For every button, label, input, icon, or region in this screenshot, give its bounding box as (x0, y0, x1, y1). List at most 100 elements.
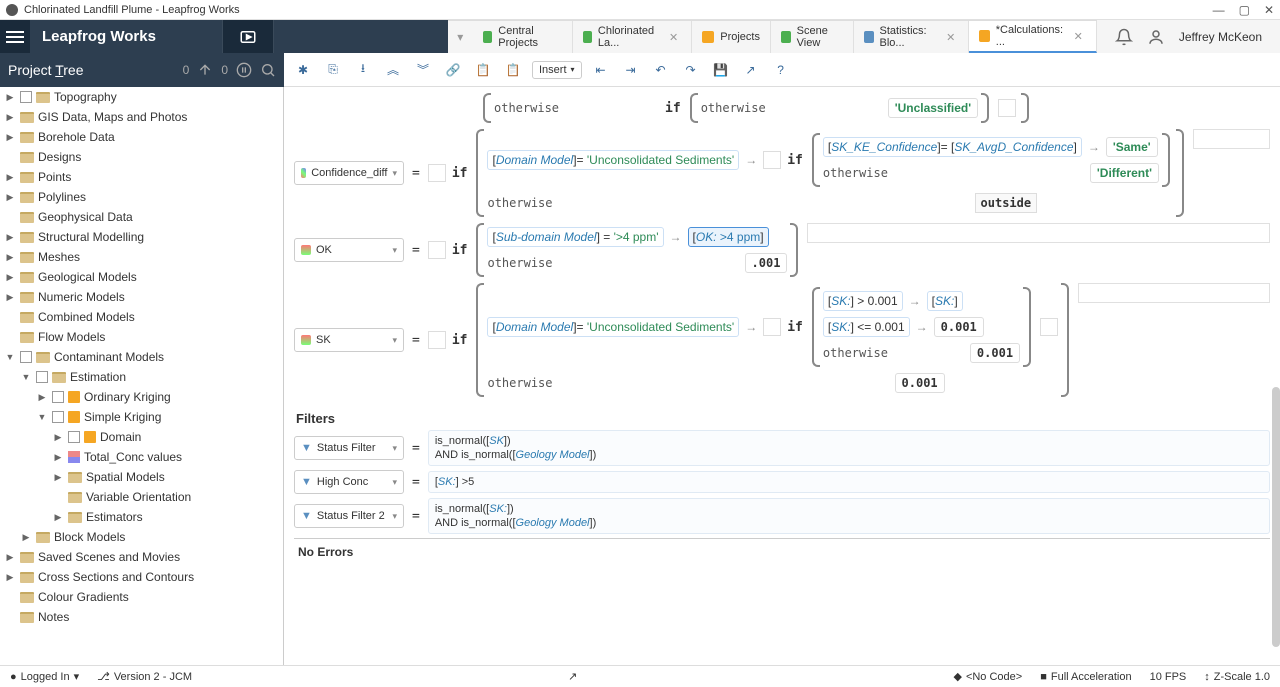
tree-item[interactable]: Flow Models (0, 327, 283, 347)
tree-item[interactable]: ▶Meshes (0, 247, 283, 267)
result-unclassified[interactable]: 'Unclassified' (888, 98, 978, 118)
expander-icon[interactable]: ▼ (20, 372, 32, 382)
pause-icon[interactable] (236, 62, 252, 78)
tab-dropdown[interactable]: ▾ (448, 30, 473, 44)
visibility-checkbox[interactable] (52, 411, 64, 423)
token-subdomain[interactable]: [Sub-domain Model] = '>4 ppm' (487, 227, 663, 247)
expander-icon[interactable]: ▶ (4, 292, 16, 303)
insert-dropdown[interactable]: Insert▾ (532, 61, 582, 79)
tree-item[interactable]: Geophysical Data (0, 207, 283, 227)
clipboard-paste-button[interactable]: 📋 (502, 59, 524, 81)
expander-icon[interactable]: ▶ (4, 232, 16, 243)
help-button[interactable]: ? (770, 59, 792, 81)
maximize-button[interactable]: ▢ (1239, 3, 1250, 17)
header-tab[interactable]: *Calculations: ...✕ (969, 21, 1096, 53)
filter-code-status2[interactable]: is_normal([SK:]) AND is_normal([Geology … (428, 498, 1270, 534)
user-name[interactable]: Jeffrey McKeon (1179, 30, 1262, 44)
result-0001[interactable]: 0.001 (970, 343, 1020, 363)
filter-code-status[interactable]: is_normal([SK]) AND is_normal([Geology M… (428, 430, 1270, 466)
result-different[interactable]: 'Different' (1090, 163, 1159, 183)
vertical-scrollbar[interactable] (1272, 387, 1280, 647)
placeholder-wide[interactable] (1078, 283, 1270, 303)
filter-code-highconc[interactable]: [SK:] >5 (428, 471, 1270, 493)
header-tab[interactable]: Chlorinated La...✕ (573, 21, 693, 53)
new-variable-button[interactable]: ✱ (292, 59, 314, 81)
token-ok-ref-highlighted[interactable]: [OK: >4 ppm] (688, 227, 769, 247)
expander-icon[interactable]: ▶ (52, 512, 64, 523)
tree-item[interactable]: ▶Block Models (0, 527, 283, 547)
expander-icon[interactable]: ▶ (4, 132, 16, 143)
tree-item[interactable]: ▶Ordinary Kriging (0, 387, 283, 407)
calc-label-confidence-diff[interactable]: Confidence_diff▾ (294, 161, 404, 185)
filter-label-status2[interactable]: ▼ Status Filter 2▾ (294, 504, 404, 528)
collapse-down-button[interactable]: ︾ (412, 59, 434, 81)
filter-label-status[interactable]: ▼ Status Filter▾ (294, 436, 404, 460)
collapse-up-button[interactable]: ︽ (382, 59, 404, 81)
tree-item[interactable]: ▶GIS Data, Maps and Photos (0, 107, 283, 127)
clipboard-copy-button[interactable]: 📋 (472, 59, 494, 81)
token-sk-ke[interactable]: [SK_KE_Confidence]= [SK_AvgD_Confidence] (823, 137, 1082, 157)
expander-icon[interactable]: ▶ (4, 552, 16, 563)
tree-item[interactable]: ▼Contaminant Models (0, 347, 283, 367)
token-domain-model[interactable]: [Domain Model]= 'Unconsolidated Sediment… (487, 150, 739, 170)
export-button[interactable]: ↗ (740, 59, 762, 81)
visibility-checkbox[interactable] (52, 391, 64, 403)
expander-icon[interactable]: ▶ (20, 532, 32, 543)
tree-item[interactable]: ▶Spatial Models (0, 467, 283, 487)
tab-close-button[interactable]: ✕ (666, 31, 681, 44)
visibility-checkbox[interactable] (20, 91, 32, 103)
expander-icon[interactable]: ▶ (4, 572, 16, 583)
status-acceleration[interactable]: ■ Full Acceleration (1040, 671, 1131, 683)
notifications-icon[interactable] (1115, 28, 1133, 46)
header-tab[interactable]: Scene View (771, 21, 854, 53)
header-tab[interactable]: Central Projects (473, 21, 573, 53)
visibility-checkbox[interactable] (36, 371, 48, 383)
user-avatar-icon[interactable] (1147, 28, 1165, 46)
expander-icon[interactable]: ▶ (36, 392, 48, 403)
token-sk-gt[interactable]: [SK:] > 0.001 (823, 291, 903, 311)
project-tree[interactable]: ▶Topography▶GIS Data, Maps and Photos▶Bo… (0, 87, 284, 665)
tree-item[interactable]: Colour Gradients (0, 587, 283, 607)
tree-item[interactable]: ▶Geological Models (0, 267, 283, 287)
result-point001[interactable]: .001 (745, 253, 788, 273)
close-button[interactable]: ✕ (1264, 3, 1274, 17)
header-tab[interactable]: Projects (692, 21, 771, 53)
outdent-button[interactable]: ⇤ (590, 59, 612, 81)
expander-icon[interactable]: ▼ (4, 352, 16, 362)
tree-item[interactable]: Variable Orientation (0, 487, 283, 507)
tree-item[interactable]: ▶Points (0, 167, 283, 187)
tree-item[interactable]: ▶Total_Conc values (0, 447, 283, 467)
search-icon[interactable] (260, 62, 276, 78)
expander-icon[interactable]: ▶ (4, 92, 16, 103)
redo-button[interactable]: ↷ (680, 59, 702, 81)
tab-close-button[interactable]: ✕ (1071, 30, 1086, 43)
tree-item[interactable]: ▶Topography (0, 87, 283, 107)
status-logged-in[interactable]: ● Logged In ▾ (10, 670, 79, 683)
result-outside[interactable]: outside (975, 193, 1038, 213)
calc-label-ok[interactable]: OK▾ (294, 238, 404, 262)
status-orientation-icon[interactable]: ↗ (568, 670, 577, 683)
tree-item[interactable]: ▶Saved Scenes and Movies (0, 547, 283, 567)
expander-icon[interactable]: ▶ (52, 432, 64, 443)
expander-icon[interactable]: ▶ (52, 472, 64, 483)
placeholder-cell[interactable] (428, 164, 446, 182)
calc-label-sk[interactable]: SK▾ (294, 328, 404, 352)
placeholder-cell[interactable] (428, 331, 446, 349)
placeholder-wide[interactable] (1193, 129, 1270, 149)
placeholder-cell[interactable] (998, 99, 1016, 117)
tree-item[interactable]: ▶Estimators (0, 507, 283, 527)
tree-item[interactable]: Designs (0, 147, 283, 167)
placeholder-cell[interactable] (763, 318, 781, 336)
tree-item[interactable]: ▶Domain (0, 427, 283, 447)
status-version[interactable]: ⎇ Version 2 - JCM (97, 670, 192, 683)
visibility-checkbox[interactable] (68, 431, 80, 443)
expander-icon[interactable]: ▶ (4, 272, 16, 283)
minimize-button[interactable]: — (1213, 3, 1225, 17)
calculations-editor[interactable]: otherwise if otherwise'Unclassified' Con… (284, 87, 1280, 665)
placeholder-cell[interactable] (763, 151, 781, 169)
visibility-checkbox[interactable] (20, 351, 32, 363)
copy-button[interactable]: ⎘ (322, 59, 344, 81)
tree-item[interactable]: Notes (0, 607, 283, 627)
download-button[interactable]: ⭳ (352, 59, 374, 81)
expander-icon[interactable]: ▶ (52, 452, 64, 463)
